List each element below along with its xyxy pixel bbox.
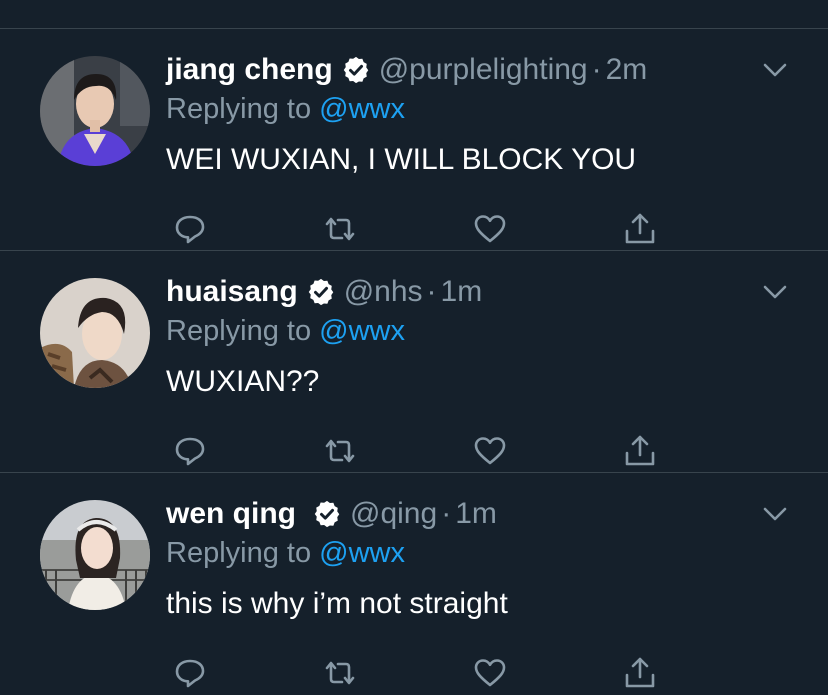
display-name[interactable]: huaisang bbox=[166, 275, 298, 309]
avatar[interactable] bbox=[40, 278, 150, 388]
chevron-down-icon[interactable] bbox=[762, 505, 788, 523]
heart-icon[interactable] bbox=[472, 655, 508, 691]
display-name[interactable]: jiang cheng bbox=[166, 53, 333, 87]
reply-icon[interactable] bbox=[172, 433, 208, 469]
retweet-icon-fragment bbox=[118, 0, 136, 4]
tweet-header: jiang cheng @purplelighting · 2m bbox=[166, 49, 647, 91]
verified-badge-icon bbox=[343, 56, 368, 84]
tweet-text: WEI WUXIAN, I WILL BLOCK YOU bbox=[166, 143, 637, 176]
retweet-icon[interactable] bbox=[322, 211, 358, 247]
timestamp[interactable]: 1m bbox=[455, 497, 497, 531]
avatar[interactable] bbox=[40, 56, 150, 166]
replying-to-label: Replying to bbox=[166, 315, 312, 347]
chevron-down-icon[interactable] bbox=[762, 61, 788, 79]
share-icon-fragment bbox=[680, 0, 714, 4]
reply-icon[interactable] bbox=[172, 655, 208, 691]
tweet-actions bbox=[166, 655, 686, 691]
replying-to-label: Replying to bbox=[166, 93, 312, 125]
separator-dot: · bbox=[441, 497, 452, 530]
replying-to-label: Replying to bbox=[166, 537, 312, 569]
verified-badge-icon bbox=[308, 278, 333, 306]
verified-badge-icon bbox=[314, 500, 340, 528]
tweet-text: this is why i’m not straight bbox=[166, 587, 508, 620]
heart-icon[interactable] bbox=[472, 433, 508, 469]
tweet-item[interactable]: jiang cheng @purplelighting · 2m Replyin… bbox=[0, 29, 828, 251]
replying-to-mention[interactable]: @wwx bbox=[319, 93, 405, 125]
avatar[interactable] bbox=[40, 500, 150, 610]
replying-to-mention[interactable]: @wwx bbox=[319, 537, 405, 569]
previous-tweet-action-bar-fragment bbox=[0, 0, 828, 28]
tweet-item[interactable]: huaisang @nhs · 1m Replying to @wwx WUXI… bbox=[0, 251, 828, 473]
user-handle[interactable]: @purplelighting bbox=[379, 53, 588, 87]
heart-icon-fragment bbox=[498, 0, 516, 4]
tweet-header: wen qing @qing · 1m bbox=[166, 493, 497, 535]
reply-icon[interactable] bbox=[172, 211, 208, 247]
separator-dot: · bbox=[591, 53, 602, 86]
user-handle[interactable]: @qing bbox=[350, 497, 437, 531]
tweet-actions bbox=[166, 211, 686, 247]
replying-to-line: Replying to @wwx bbox=[166, 537, 405, 570]
replying-to-mention[interactable]: @wwx bbox=[319, 315, 405, 347]
tweet-header: huaisang @nhs · 1m bbox=[166, 271, 482, 313]
replying-to-line: Replying to @wwx bbox=[166, 93, 405, 126]
retweet-icon[interactable] bbox=[322, 655, 358, 691]
timestamp[interactable]: 1m bbox=[441, 275, 483, 309]
user-handle[interactable]: @nhs bbox=[344, 275, 423, 309]
separator-dot: · bbox=[426, 275, 437, 308]
share-icon[interactable] bbox=[622, 433, 658, 469]
timestamp[interactable]: 2m bbox=[606, 53, 648, 87]
replying-to-line: Replying to @wwx bbox=[166, 315, 405, 348]
tweet-actions bbox=[166, 433, 686, 469]
heart-icon[interactable] bbox=[472, 211, 508, 247]
tweet-item[interactable]: wen qing @qing · 1m Replying to @wwx thi… bbox=[0, 473, 828, 695]
share-icon[interactable] bbox=[622, 211, 658, 247]
tweet-text: WUXIAN?? bbox=[166, 365, 320, 398]
chevron-down-icon[interactable] bbox=[762, 283, 788, 301]
share-icon[interactable] bbox=[622, 655, 658, 691]
display-name[interactable]: wen qing bbox=[166, 497, 296, 531]
retweet-icon[interactable] bbox=[322, 433, 358, 469]
